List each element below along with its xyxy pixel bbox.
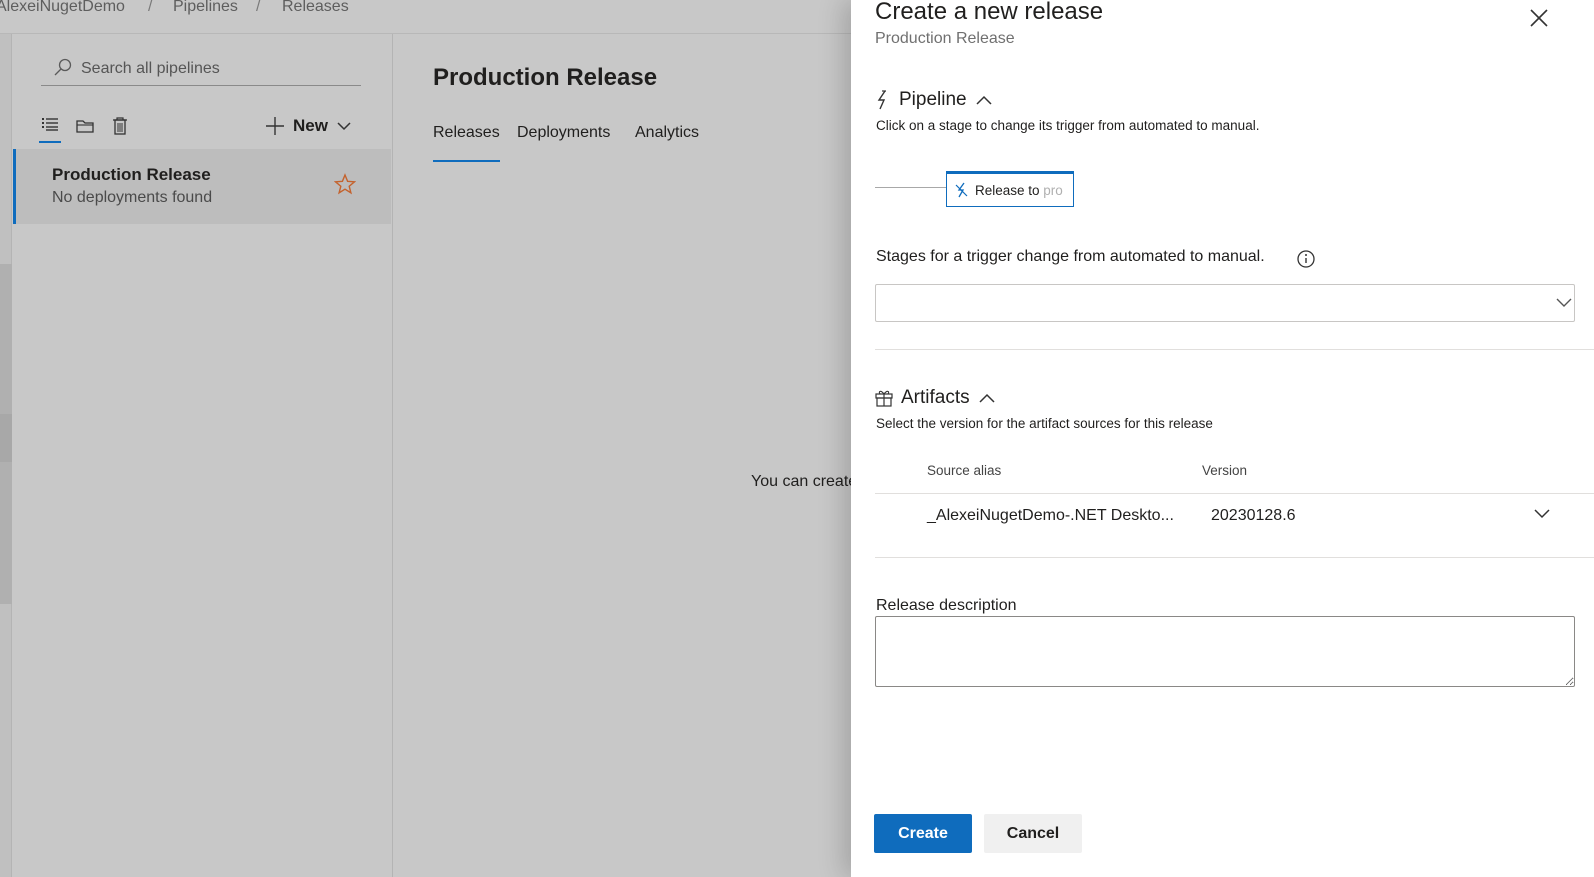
breadcrumb-pipelines[interactable]: Pipelines [173,0,238,16]
info-icon[interactable] [1296,249,1316,269]
pipeline-section-toggle[interactable]: Pipeline [875,89,993,111]
list-view-icon[interactable] [39,114,61,143]
artifacts-section-toggle[interactable]: Artifacts [875,387,996,409]
plus-icon [266,117,284,135]
stage-label-faded: pro [1043,182,1063,198]
search-box[interactable] [41,54,361,86]
artifact-alias: _AlexeiNugetDemo-.NET Deskto... [927,507,1174,524]
new-pipeline-button[interactable]: New [265,112,352,140]
tab-analytics[interactable]: Analytics [635,124,699,162]
stages-dropdown[interactable] [875,284,1575,322]
stage-label-visible: Release to [975,182,1044,198]
cancel-button[interactable]: Cancel [984,814,1082,853]
tab-deployments[interactable]: Deployments [517,124,610,162]
chevron-up-icon [979,393,995,403]
lightning-icon [877,90,886,110]
pipeline-list-item[interactable]: Production Release No deployments found [13,149,391,224]
breadcrumb-separator: / [148,0,153,15]
artifact-version[interactable]: 20230128.6 [1211,507,1296,525]
empty-state-text: You can create [751,473,851,490]
left-nav-selected [0,414,12,462]
breadcrumb-project[interactable]: AlexeiNugetDemo [0,0,125,16]
stage-label: Release to pro [975,183,1063,198]
release-description-input[interactable] [875,616,1575,687]
new-button-label: New [293,116,328,135]
pipelines-sidebar: New Production Release No deployments fo… [13,34,393,877]
close-icon [1530,9,1548,27]
release-description-label: Release description [876,597,1017,614]
favorite-star-icon[interactable] [334,173,356,195]
pipeline-name: Production Release [52,165,211,184]
panel-subtitle: Production Release [875,30,1015,47]
folder-view-icon[interactable] [74,114,96,138]
create-button[interactable]: Create [874,814,972,853]
left-nav-strip [0,34,12,877]
artifacts-heading: Artifacts [901,387,970,408]
section-divider [875,349,1594,350]
stages-trigger-label: Stages for a trigger change from automat… [876,248,1265,265]
trash-view-icon[interactable] [109,114,131,138]
tab-releases[interactable]: Releases [433,124,500,162]
stage-connector [875,187,947,188]
column-source-alias: Source alias [927,463,1002,478]
pipeline-heading: Pipeline [899,89,967,110]
search-icon [54,58,72,76]
artifact-row: _AlexeiNugetDemo-.NET Deskto... 20230128… [875,493,1594,537]
close-button[interactable] [1527,6,1551,30]
chevron-down-icon [1556,298,1572,307]
panel-title: Create a new release [875,0,1104,25]
stage-release-to-prod[interactable]: Release to pro [946,171,1074,207]
main-content: Production Release Releases Deployments … [394,34,854,877]
pipeline-status: No deployments found [52,189,213,206]
search-input[interactable] [81,58,351,80]
pipeline-description: Click on a stage to change its trigger f… [876,118,1260,133]
section-divider [875,557,1594,558]
breadcrumb-separator: / [256,0,261,15]
gift-box-icon [875,390,893,407]
artifacts-description: Select the version for the artifact sour… [876,416,1213,431]
chevron-down-icon[interactable] [1533,508,1551,520]
chevron-up-icon [976,95,992,105]
lightning-off-icon [955,182,968,198]
chevron-down-icon [337,122,351,131]
breadcrumb-releases[interactable]: Releases [282,0,349,16]
page-title: Production Release [433,64,658,91]
create-release-panel: Create a new release Production Release … [851,0,1594,877]
column-version: Version [1202,463,1248,478]
